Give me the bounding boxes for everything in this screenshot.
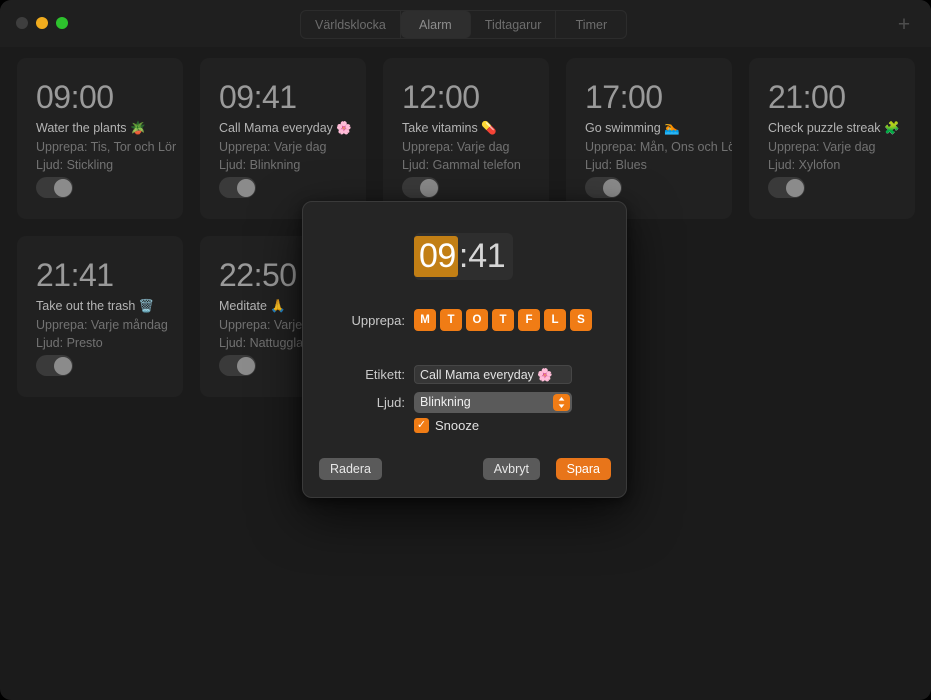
alarm-card[interactable]: 17:00 Go swimming 🏊 Upprepa: Mån, Ons och … [566, 58, 732, 219]
toggle-knob [236, 178, 255, 197]
repeat-row: Upprepa: MTOTFLS [303, 309, 628, 331]
alarm-sound-text: Ljud: Gammal telefon [402, 158, 521, 172]
tab-label: Timer [575, 17, 608, 32]
alarm-enable-toggle[interactable] [219, 177, 256, 198]
alarm-sound-text: Ljud: Xylofon [768, 158, 841, 172]
delete-alarm-button[interactable]: Radera [319, 458, 382, 480]
toggle-knob [602, 178, 621, 197]
alarm-repeat-text: Upprepa: Varje måndag [36, 318, 168, 332]
ljud-selected-value: Blinkning [420, 395, 471, 409]
clock-app-window: Världsklocka Alarm Tidtagarur Timer + 09:00… [0, 0, 931, 700]
minimize-window-icon[interactable] [36, 17, 48, 29]
alarm-time: 09:00 [36, 79, 114, 115]
alarm-enable-toggle[interactable] [768, 177, 805, 198]
alarm-enable-toggle[interactable] [219, 355, 256, 376]
time-separator: : [458, 237, 469, 275]
repeat-day-button-4[interactable]: F [518, 309, 540, 331]
close-window-icon[interactable] [16, 17, 28, 29]
alarm-time-stepper[interactable]: 09 : 41 [414, 233, 514, 280]
alarm-enable-toggle[interactable] [36, 177, 73, 198]
repeat-day-button-1[interactable]: T [440, 309, 462, 331]
tab-alarm[interactable]: Alarm [400, 11, 471, 38]
alarm-label: Check puzzle streak 🧩 [768, 121, 900, 135]
repeat-day-button-6[interactable]: S [570, 309, 592, 331]
alarm-label: Call Mama everyday 🌸 [219, 121, 352, 135]
save-button[interactable]: Spara [555, 458, 611, 480]
sound-row: Ljud: Blinkning [303, 392, 628, 413]
alarm-label: Take vitamins 💊 [402, 121, 497, 135]
mode-segmented-control: Världsklocka Alarm Tidtagarur Timer [300, 10, 628, 39]
alarm-sound-text: Ljud: Blinkning [219, 158, 301, 172]
tab-tidtagarur[interactable]: Tidtagarur [471, 11, 557, 38]
alarm-card[interactable]: 12:00 Take vitamins 💊 Upprepa: Varje dag Lj… [383, 58, 549, 219]
alarm-repeat-text: Upprepa: Varje dag [219, 140, 327, 154]
alarm-sound-text: Ljud: Stickling [36, 158, 114, 172]
etikett-label: Etikett: [365, 367, 405, 382]
repeat-day-button-5[interactable]: L [544, 309, 566, 331]
toggle-knob [53, 356, 72, 375]
alarm-card[interactable]: 09:41 Call Mama everyday 🌸 Upprepa: Varje … [200, 58, 366, 219]
toggle-knob [785, 178, 804, 197]
tab-label: Tidtagarur [484, 17, 542, 32]
alarm-sound-text: Ljud: Presto [36, 336, 103, 350]
repeat-day-button-3[interactable]: T [492, 309, 514, 331]
dialog-button-bar: Radera Avbryt Spara [303, 458, 628, 480]
alarm-label: Water the plants 🪴 [36, 121, 146, 135]
tab-v-rldsklocka[interactable]: Världsklocka [301, 11, 401, 38]
alarm-card[interactable]: 21:41 Take out the trash 🗑️ Upprepa: Varje… [17, 236, 183, 397]
etikett-input[interactable]: Call Mama everyday 🌸 [414, 365, 572, 384]
alarm-time: 17:00 [585, 79, 663, 115]
alarm-card[interactable]: 21:00 Check puzzle streak 🧩 Upprepa: Varje… [749, 58, 915, 219]
alarm-enable-toggle[interactable] [585, 177, 622, 198]
repeat-day-button-2[interactable]: O [466, 309, 488, 331]
alarm-label: Go swimming 🏊 [585, 121, 680, 135]
ljud-label: Ljud: [376, 395, 405, 410]
repeat-day-buttons: MTOTFLS [414, 309, 592, 331]
alarm-card[interactable]: 09:00 Water the plants 🪴 Upprepa: Tis, Tor… [17, 58, 183, 219]
alarm-sound-text: Ljud: Blues [585, 158, 647, 172]
alarm-repeat-text: Upprepa: Mån, Ons och Lör [585, 140, 732, 154]
repeat-label: Upprepa: [351, 312, 405, 328]
tab-label: Världsklocka [315, 17, 386, 32]
cancel-button[interactable]: Avbryt [482, 458, 540, 480]
maximize-window-icon[interactable] [56, 17, 68, 29]
tab-timer[interactable]: Timer [556, 11, 626, 38]
edit-alarm-dialog: 09 : 41 Upprepa: MTOTFLS Etikett: Call M… [302, 201, 627, 498]
alarm-label: Take out the trash 🗑️ [36, 299, 155, 313]
snooze-row[interactable]: ✓ Snooze [414, 418, 479, 433]
tab-label: Alarm [419, 17, 452, 32]
chevron-up-down-icon [553, 394, 570, 411]
ljud-select[interactable]: Blinkning [414, 392, 572, 413]
toggle-knob [419, 178, 438, 197]
toggle-knob [236, 356, 255, 375]
add-alarm-button[interactable]: + [891, 11, 917, 37]
traffic-light-controls [16, 17, 68, 29]
time-hour-segment[interactable]: 09 [414, 236, 458, 277]
snooze-checkbox[interactable]: ✓ [414, 418, 429, 433]
alarm-time: 12:00 [402, 79, 480, 115]
label-row: Etikett: Call Mama everyday 🌸 [303, 365, 628, 384]
time-minute-segment[interactable]: 41 [468, 236, 505, 277]
snooze-label: Snooze [435, 418, 480, 433]
repeat-day-button-0[interactable]: M [414, 309, 436, 331]
alarm-repeat-text: Upprepa: Varje dag [768, 140, 876, 154]
alarm-repeat-text: Upprepa: Varje dag [402, 140, 510, 154]
alarm-enable-toggle[interactable] [402, 177, 439, 198]
alarm-repeat-text: Upprepa: Tis, Tor och Lör [36, 140, 177, 154]
window-titlebar: Världsklocka Alarm Tidtagarur Timer + [0, 0, 931, 47]
alarm-enable-toggle[interactable] [36, 355, 73, 376]
alarm-time: 09:41 [219, 79, 297, 115]
toggle-knob [53, 178, 72, 197]
alarm-time: 21:00 [768, 79, 846, 115]
alarm-time: 21:41 [36, 257, 114, 293]
